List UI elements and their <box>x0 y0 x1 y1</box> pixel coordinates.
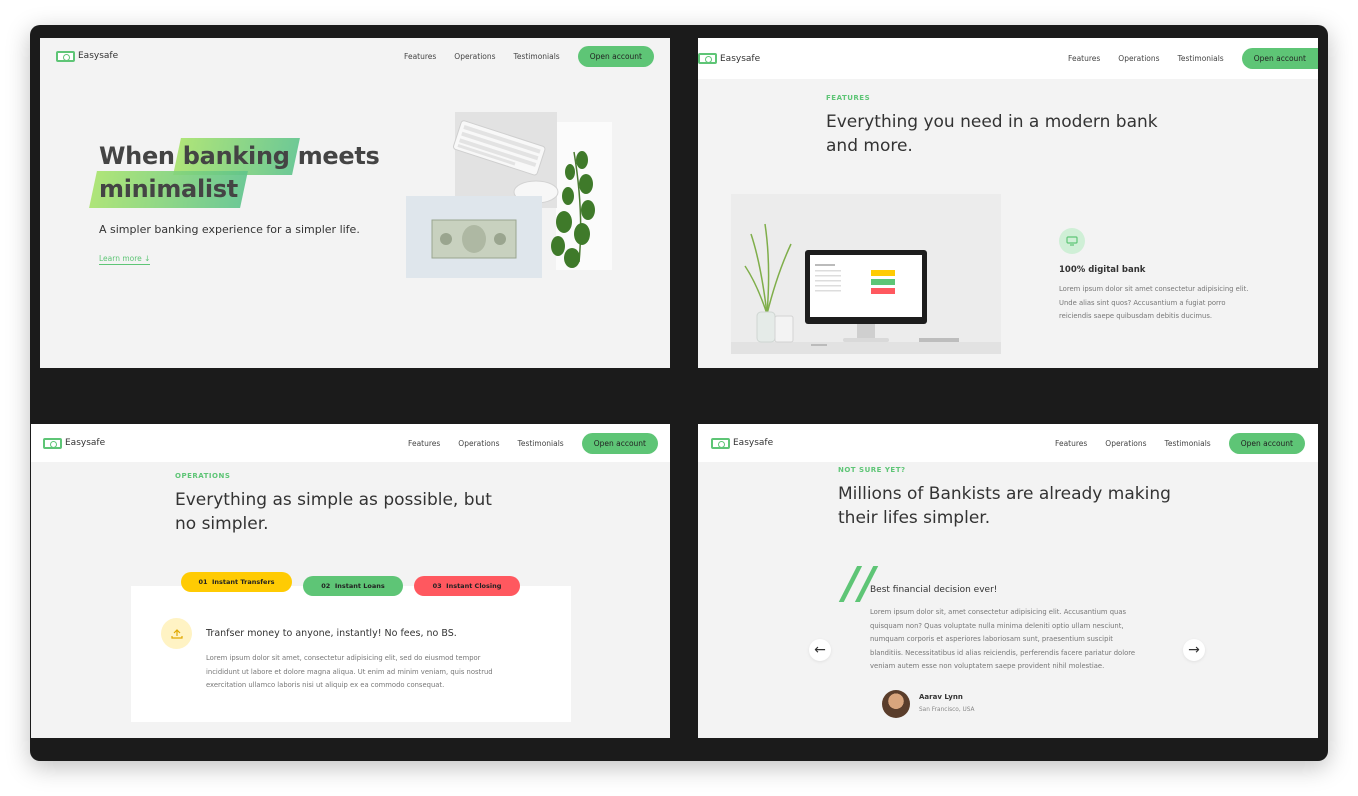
tab-instant-loans[interactable]: 02 Instant Loans <box>303 576 403 596</box>
feature-icon-wrap <box>1059 228 1085 254</box>
hero-panel: Easysafe Features Operations Testimonial… <box>40 38 670 368</box>
nav-link-testimonials[interactable]: Testimonials <box>1178 54 1224 63</box>
nav-link-features[interactable]: Features <box>408 439 440 448</box>
banknote-icon <box>698 53 717 64</box>
section-title-line: their lifes simpler. <box>838 508 991 528</box>
nav-links: Features Operations Testimonials Open ac… <box>408 432 658 454</box>
hero-title: When banking meets minimalist <box>99 140 399 206</box>
tab-number: 01 <box>198 578 208 586</box>
nav-link-features[interactable]: Features <box>1055 439 1087 448</box>
navbar: Easysafe Features Operations Testimonial… <box>698 424 1318 462</box>
section-title-line: no simpler. <box>175 514 269 534</box>
nav-link-operations[interactable]: Operations <box>1118 54 1159 63</box>
testimonial-text-line: blanditiis. Necessitatibus id alias reic… <box>870 648 1136 657</box>
monitor-icon <box>1066 236 1078 246</box>
open-account-button[interactable]: Open account <box>577 45 654 67</box>
tab-instant-closing[interactable]: 03 Instant Closing <box>414 576 520 596</box>
avatar <box>882 690 910 718</box>
nav-links: Features Operations Testimonials Open ac… <box>1055 432 1305 454</box>
operation-text-line: Lorem ipsum dolor sit amet, consectetur … <box>206 654 481 662</box>
hero-title-word: When <box>99 142 175 170</box>
operation-text-line: exercitation ullamco laboris nisi ut ali… <box>206 681 445 689</box>
testimonial-title: Best financial decision ever! <box>870 585 998 595</box>
brand-name: Easysafe <box>733 438 774 448</box>
nav-link-operations[interactable]: Operations <box>458 439 499 448</box>
operations-panel: Easysafe Features Operations Testimonial… <box>31 424 670 738</box>
logo[interactable]: Easysafe <box>43 437 106 449</box>
feature-text-line: Lorem ipsum dolor sit amet consectetur a… <box>1059 285 1249 293</box>
hero-title-word: meets <box>297 142 380 170</box>
feature-text-line: reiciendis saepe quibusdam debitis ducim… <box>1059 312 1213 320</box>
brand-name: Easysafe <box>720 53 761 64</box>
feature-image <box>731 194 1001 354</box>
tab-number: 02 <box>321 582 331 590</box>
section-kicker: FEATURES <box>826 94 871 102</box>
section-title-line: and more. <box>826 136 913 156</box>
author-location: San Francisco, USA <box>919 707 975 713</box>
testimonial-text-line: Lorem ipsum dolor sit, amet consectetur … <box>870 608 1127 616</box>
author-name: Aarav Lynn <box>919 693 963 701</box>
hero-illustration <box>406 112 612 278</box>
slider-prev-button[interactable]: ← <box>809 639 831 661</box>
slider-next-button[interactable]: → <box>1183 639 1205 661</box>
section-title-line: Everything you need in a modern bank <box>826 112 1158 132</box>
operation-text-line: incididunt ut labore et dolore magna ali… <box>206 667 493 676</box>
nav-link-operations[interactable]: Operations <box>454 52 495 61</box>
nav-link-testimonials[interactable]: Testimonials <box>518 439 564 448</box>
tab-instant-transfers[interactable]: 01 Instant Transfers <box>181 572 292 592</box>
section-title: Everything as simple as possible, but no… <box>175 488 575 536</box>
operation-text: Lorem ipsum dolor sit amet, consectetur … <box>206 652 546 693</box>
section-kicker: NOT SURE YET? <box>838 466 906 474</box>
operation-icon-wrap <box>161 618 192 649</box>
tab-label: Instant Transfers <box>212 578 275 586</box>
nav-links: Features Operations Testimonials Open ac… <box>404 45 654 67</box>
feature-text: Lorem ipsum dolor sit amet consectetur a… <box>1059 283 1279 324</box>
hero-subtitle: A simpler banking experience for a simpl… <box>99 223 360 236</box>
operations-content: Tranfser money to anyone, instantly! No … <box>131 586 571 722</box>
banknote-icon <box>43 437 62 449</box>
logo[interactable]: Easysafe <box>698 53 760 64</box>
testimonials-panel: Easysafe Features Operations Testimonial… <box>698 424 1318 738</box>
open-account-button[interactable]: Open account <box>1241 48 1318 69</box>
banknote-icon <box>711 437 730 449</box>
nav-link-testimonials[interactable]: Testimonials <box>514 52 560 61</box>
brand-name: Easysafe <box>78 51 119 61</box>
navbar: Easysafe Features Operations Testimonial… <box>40 38 670 74</box>
section-kicker: OPERATIONS <box>175 472 231 480</box>
hero-title-highlight: minimalist <box>99 173 238 206</box>
tab-label: Instant Loans <box>334 582 385 590</box>
nav-link-features[interactable]: Features <box>1068 54 1100 63</box>
features-panel: Easysafe Features Operations Testimonial… <box>698 38 1318 368</box>
feature-title: 100% digital bank <box>1059 265 1146 275</box>
upload-icon <box>170 628 183 639</box>
nav-link-features[interactable]: Features <box>404 52 436 61</box>
tab-number: 03 <box>432 582 442 590</box>
nav-links: Features Operations Testimonials Open ac… <box>1068 48 1318 69</box>
brand-name: Easysafe <box>65 438 106 448</box>
section-title-line: Millions of Bankists are already making <box>838 484 1171 504</box>
testimonial-text-line: veniam autem esse non voluptatem saepe p… <box>870 662 1105 670</box>
feature-text-line: Unde alias sint quos? Accusantium a fugi… <box>1059 298 1226 307</box>
open-account-button[interactable]: Open account <box>1228 432 1305 454</box>
section-title: Everything you need in a modern bank and… <box>826 110 1226 158</box>
quote-mark-icon: // <box>843 558 876 609</box>
section-title-line: Everything as simple as possible, but <box>175 490 492 510</box>
section-title: Millions of Bankists are already making … <box>838 482 1258 530</box>
banknote-icon <box>56 50 75 62</box>
tab-label: Instant Closing <box>446 582 502 590</box>
navbar: Easysafe Features Operations Testimonial… <box>698 38 1318 79</box>
testimonial-text-line: numquam corporis et asperiores laboriosa… <box>870 635 1113 643</box>
navbar: Easysafe Features Operations Testimonial… <box>31 424 670 462</box>
logo[interactable]: Easysafe <box>56 50 119 62</box>
testimonial-text-line: quisquam non? Quas voluptate nulla minim… <box>870 621 1124 630</box>
learn-more-link[interactable]: Learn more ↓ <box>99 254 151 265</box>
open-account-button[interactable]: Open account <box>581 432 658 454</box>
operation-title: Tranfser money to anyone, instantly! No … <box>206 628 457 639</box>
hero-title-highlight: banking <box>183 140 290 173</box>
nav-link-operations[interactable]: Operations <box>1105 439 1146 448</box>
nav-link-testimonials[interactable]: Testimonials <box>1165 439 1211 448</box>
testimonial-text: Lorem ipsum dolor sit, amet consectetur … <box>870 606 1170 674</box>
logo[interactable]: Easysafe <box>711 437 774 449</box>
